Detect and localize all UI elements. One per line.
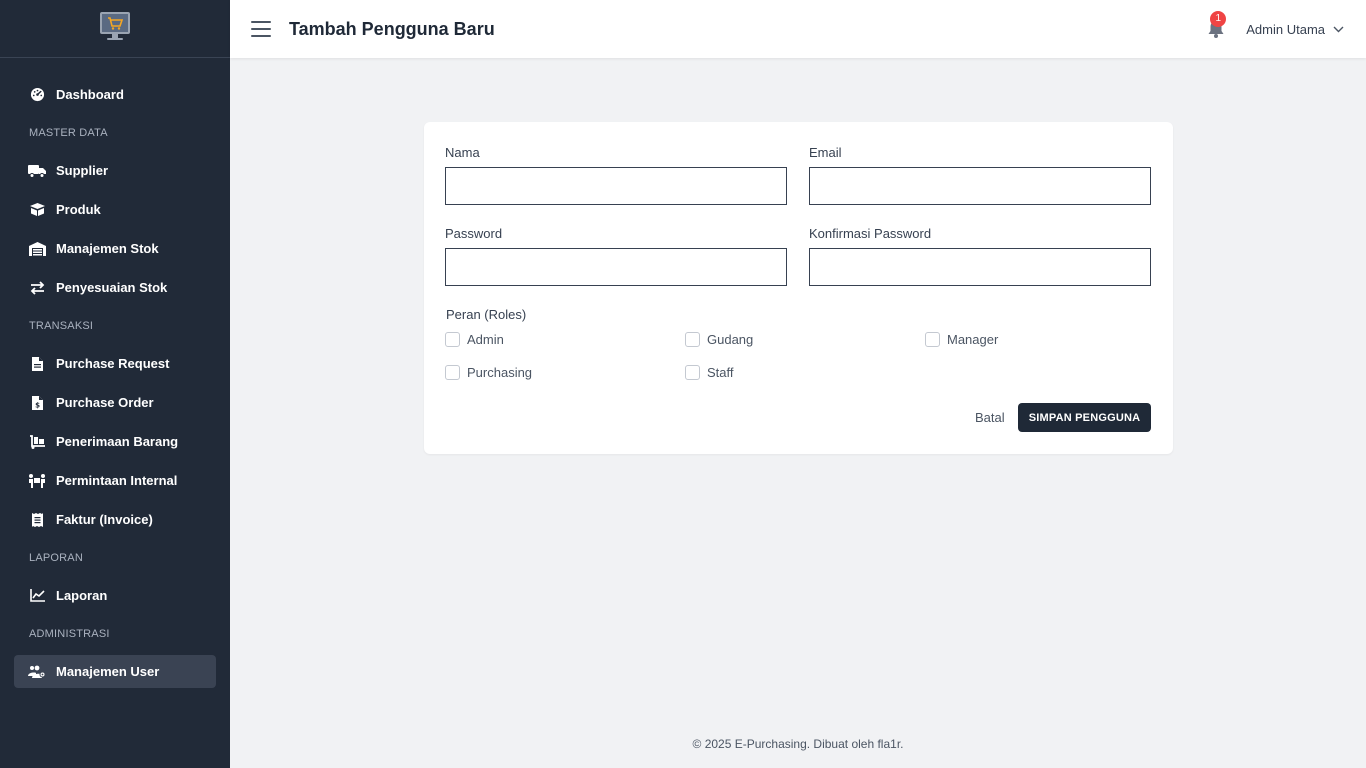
sidebar-item-penerimaan-barang[interactable]: Penerimaan Barang: [14, 425, 216, 458]
sidebar-item-label: Faktur (Invoice): [56, 512, 153, 527]
sidebar-item-label: Permintaan Internal: [56, 473, 178, 488]
logo-area: [0, 0, 230, 58]
section-master-data: MASTER DATA: [29, 127, 108, 139]
sidebar-item-label: Purchase Request: [56, 356, 170, 371]
nama-label: Nama: [445, 145, 480, 160]
cancel-link[interactable]: Batal: [975, 410, 1005, 425]
sidebar-item-supplier[interactable]: Supplier: [14, 154, 216, 187]
checkbox-icon[interactable]: [445, 332, 460, 347]
section-laporan: LAPORAN: [29, 552, 83, 564]
checkbox-icon[interactable]: [925, 332, 940, 347]
konfirmasi-password-input[interactable]: [809, 248, 1151, 286]
role-label: Purchasing: [467, 365, 533, 380]
chevron-down-icon: [1333, 26, 1344, 32]
role-label: Admin: [467, 332, 504, 347]
roles-label: Peran (Roles): [446, 307, 527, 322]
file-invoice-icon: $: [28, 394, 46, 412]
chart-line-icon: [28, 587, 46, 605]
sidebar-item-label: Dashboard: [56, 87, 124, 102]
checkbox-icon[interactable]: [685, 332, 700, 347]
gauge-icon: [28, 86, 46, 104]
people-carry-icon: [28, 472, 46, 490]
checkbox-icon[interactable]: [445, 365, 460, 380]
file-icon: [28, 355, 46, 373]
password-label: Password: [445, 226, 503, 241]
sidebar-nav: Dashboard MASTER DATA Supplier Produk Ma…: [0, 58, 230, 688]
sidebar-item-permintaan-internal[interactable]: Permintaan Internal: [14, 464, 216, 497]
section-administrasi: ADMINISTRASI: [29, 628, 110, 640]
sidebar-item-penyesuaian-stok[interactable]: Penyesuaian Stok: [14, 271, 216, 304]
truck-icon: [28, 162, 46, 180]
role-label: Gudang: [707, 332, 754, 347]
sidebar: Dashboard MASTER DATA Supplier Produk Ma…: [0, 0, 230, 768]
sidebar-item-faktur[interactable]: Faktur (Invoice): [14, 503, 216, 536]
sidebar-item-purchase-request[interactable]: Purchase Request: [14, 347, 216, 380]
sidebar-item-laporan[interactable]: Laporan: [14, 579, 216, 612]
email-input[interactable]: [809, 167, 1151, 205]
sidebar-item-label: Penyesuaian Stok: [56, 280, 168, 295]
receipt-icon: [28, 511, 46, 529]
nama-input[interactable]: [445, 167, 787, 205]
sidebar-item-label: Laporan: [56, 588, 108, 603]
section-transaksi: TRANSAKSI: [29, 320, 94, 332]
user-menu[interactable]: Admin Utama: [1246, 22, 1344, 37]
notification-button[interactable]: 1: [1206, 11, 1227, 39]
sidebar-item-manajemen-stok[interactable]: Manajemen Stok: [14, 232, 216, 265]
role-checkbox-admin[interactable]: Admin: [445, 332, 504, 347]
sidebar-item-produk[interactable]: Produk: [14, 193, 216, 226]
checkbox-icon[interactable]: [685, 365, 700, 380]
topbar-right: 1 Admin Utama: [1206, 11, 1344, 39]
svg-text:$: $: [35, 401, 40, 409]
dolly-icon: [28, 433, 46, 451]
sidebar-item-label: Manajemen Stok: [56, 241, 159, 256]
password-input[interactable]: [445, 248, 787, 286]
role-checkbox-manager[interactable]: Manager: [925, 332, 998, 347]
hamburger-menu-icon[interactable]: [251, 21, 271, 37]
field-nama: Nama: [445, 145, 787, 205]
sidebar-item-label: Penerimaan Barang: [56, 434, 179, 449]
role-label: Staff: [707, 365, 734, 380]
sidebar-item-label: Supplier: [56, 163, 109, 178]
monitor-cart-icon[interactable]: [98, 10, 132, 47]
exchange-icon: [28, 279, 46, 297]
page-title: Tambah Pengguna Baru: [289, 18, 495, 39]
role-checkbox-purchasing[interactable]: Purchasing: [445, 365, 532, 380]
footer: © 2025 E-Purchasing. Dibuat oleh fla1r.: [692, 737, 904, 751]
sidebar-item-dashboard[interactable]: Dashboard: [14, 78, 216, 111]
sidebar-item-label: Produk: [56, 202, 101, 217]
user-name: Admin Utama: [1246, 21, 1325, 37]
sidebar-item-label: Manajemen User: [56, 664, 160, 679]
sidebar-item-manajemen-user[interactable]: Manajemen User: [14, 655, 216, 688]
role-checkbox-staff[interactable]: Staff: [685, 365, 734, 380]
sidebar-item-purchase-order[interactable]: $ Purchase Order: [14, 386, 216, 419]
topbar: Tambah Pengguna Baru 1 Admin Utama: [230, 0, 1366, 58]
role-label: Manager: [947, 332, 999, 347]
konfirmasi-password-label: Konfirmasi Password: [809, 226, 932, 241]
email-label: Email: [809, 145, 842, 160]
sidebar-item-label: Purchase Order: [56, 395, 154, 410]
role-checkbox-gudang[interactable]: Gudang: [685, 332, 753, 347]
user-form-card: Nama Email Password Konfirmasi Password …: [424, 122, 1173, 454]
field-konfirmasi-password: Konfirmasi Password: [809, 226, 1151, 286]
warehouse-icon: [28, 240, 46, 258]
box-icon: [28, 201, 46, 219]
users-cog-icon: [28, 663, 46, 681]
field-email: Email: [809, 145, 1151, 205]
field-password: Password: [445, 226, 787, 286]
save-user-button[interactable]: SIMPAN PENGGUNA: [1018, 403, 1151, 432]
